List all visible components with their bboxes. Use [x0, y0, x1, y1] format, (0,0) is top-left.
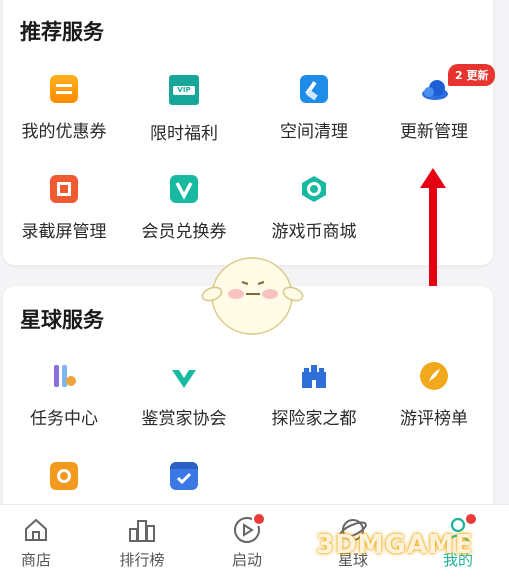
ranking-icon — [127, 515, 157, 545]
red-arrow-icon — [420, 168, 446, 292]
my-coupons-label: 我的优惠券 — [21, 122, 107, 142]
home-icon — [21, 515, 51, 545]
space-cleanup-item[interactable]: 空间清理 — [259, 75, 369, 142]
space-cleanup-label: 空间清理 — [280, 122, 348, 142]
update-management-label: 更新管理 — [400, 122, 468, 142]
connoisseur-association-label: 鉴赏家协会 — [141, 409, 227, 429]
my-coupons-item[interactable]: 我的优惠券 — [9, 75, 119, 142]
tab-store[interactable]: 商店 — [0, 515, 76, 570]
review-ranking-label: 游评榜单 — [400, 409, 468, 429]
tab-launch[interactable]: 启动 — [207, 512, 287, 570]
play-icon — [232, 512, 266, 545]
game-coin-icon — [300, 175, 328, 203]
tab-store-label: 商店 — [20, 551, 51, 569]
coupon-icon — [50, 75, 78, 103]
limited-welfare-label: 限时福利 — [150, 124, 218, 144]
alarm-clock-item[interactable] — [9, 462, 119, 504]
member-voucher-icon — [170, 175, 198, 203]
task-center-item[interactable]: 任务中心 — [9, 362, 119, 429]
planet-services-title: 星球服务 — [20, 308, 104, 332]
game-coin-mall-item[interactable]: 游戏币商城 — [259, 175, 369, 242]
screen-record-icon — [50, 175, 78, 203]
game-coin-mall-label: 游戏币商城 — [271, 222, 357, 242]
castle-icon — [300, 362, 328, 390]
review-feather-icon — [420, 362, 448, 390]
tab-ranking[interactable]: 排行榜 — [102, 515, 182, 570]
broom-icon — [300, 75, 328, 103]
review-ranking-item[interactable]: 游评榜单 — [379, 362, 489, 429]
screen-record-item[interactable]: 录截屏管理 — [9, 175, 119, 242]
recommend-services-title: 推荐服务 — [20, 20, 104, 44]
tab-ranking-label: 排行榜 — [119, 551, 165, 569]
explorer-capital-item[interactable]: 探险家之都 — [259, 362, 369, 429]
site-watermark: 3DMGAME — [316, 530, 474, 560]
screen-record-label: 录截屏管理 — [21, 222, 107, 242]
task-keys-icon — [50, 362, 78, 390]
member-voucher-item[interactable]: 会员兑换券 — [129, 175, 239, 242]
connoisseur-association-item[interactable]: 鉴赏家协会 — [129, 362, 239, 429]
cloud-icon — [420, 75, 448, 103]
explorer-capital-label: 探险家之都 — [271, 409, 357, 429]
alarm-clock-icon — [50, 462, 78, 490]
mascot-watermark-icon — [201, 257, 304, 335]
task-center-label: 任务中心 — [30, 409, 98, 429]
calendar-check-icon — [170, 462, 198, 490]
update-count-badge: 2 更新 — [448, 64, 496, 86]
limited-welfare-item[interactable]: VIP 限时福利 — [129, 75, 239, 144]
vip-gift-icon: VIP — [169, 75, 199, 105]
calendar-check-item[interactable] — [129, 462, 239, 504]
connoisseur-icon — [170, 362, 198, 390]
tab-launch-label: 启动 — [231, 551, 262, 569]
member-voucher-label: 会员兑换券 — [141, 222, 227, 242]
